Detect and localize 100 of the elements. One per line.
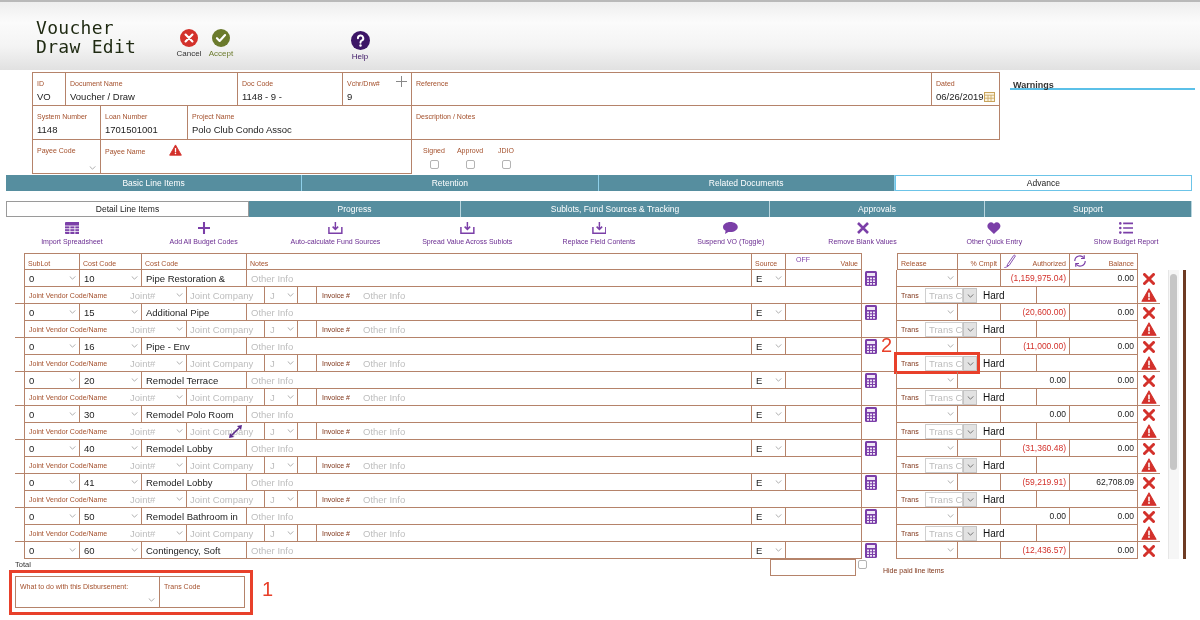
sublot-select[interactable]: 0 [24,542,80,559]
description-field[interactable]: Remodel Lobby [142,474,247,491]
cancel-button[interactable]: Cancel [175,29,203,59]
description-field[interactable]: Additional Pipe [142,304,247,321]
delete-icon[interactable] [1143,476,1155,489]
dropdown-button[interactable] [963,322,977,337]
total-field[interactable] [770,559,856,576]
release-select[interactable] [897,304,958,321]
sublot-select[interactable]: 0 [24,338,80,355]
cost-code-select[interactable]: 15 [80,304,142,321]
plus-icon[interactable] [396,76,407,87]
tab[interactable]: Approvals [770,201,985,217]
release-select[interactable] [897,406,958,423]
calendar-icon[interactable] [984,91,995,102]
delete-icon[interactable] [1143,374,1155,387]
description-field[interactable]: Pipe Restoration & [142,270,247,287]
cost-code-select[interactable]: 60 [80,542,142,559]
dropdown-button[interactable] [963,526,977,541]
calculator-icon[interactable] [865,339,877,354]
scrollbar[interactable] [1168,270,1179,559]
tab[interactable]: Retention [302,175,599,191]
accept-button[interactable]: Accept [206,29,236,59]
cost-type-field[interactable]: Hard [977,457,1037,473]
source-select[interactable]: E [752,372,786,389]
delete-icon[interactable] [1143,442,1155,455]
source-select[interactable]: E [752,440,786,457]
scrollbar-thumb[interactable] [1170,274,1177,470]
delete-icon[interactable] [1143,272,1155,285]
cost-code-select[interactable]: 40 [80,440,142,457]
delete-icon[interactable] [1143,340,1155,353]
dropdown-button[interactable] [963,390,977,405]
cost-type-field[interactable]: Hard [977,287,1037,303]
percent-field[interactable] [958,372,1001,389]
cost-type-field[interactable]: Hard [977,355,1037,371]
source-select[interactable]: E [752,542,786,559]
calculator-icon[interactable] [865,441,877,456]
calculator-icon[interactable] [865,373,877,388]
delete-icon[interactable] [1143,544,1155,557]
percent-field[interactable] [958,270,1001,287]
cost-code-select[interactable]: 10 [80,270,142,287]
cost-type-field[interactable]: Hard [977,525,1037,541]
checkbox[interactable] [429,160,439,169]
delete-icon[interactable] [1143,306,1155,319]
calculator-icon[interactable] [865,271,877,286]
description-field[interactable]: Contingency, Soft [142,542,247,559]
percent-field[interactable] [958,474,1001,491]
release-select[interactable] [897,440,958,457]
description-field[interactable]: Pipe - Env [142,338,247,355]
dropdown-button[interactable] [963,458,977,473]
dropdown-button[interactable] [963,288,977,303]
cost-code-select[interactable]: 20 [80,372,142,389]
checkbox[interactable] [858,560,867,569]
release-select[interactable] [897,270,958,287]
sublot-select[interactable]: 0 [24,440,80,457]
sublot-select[interactable]: 0 [24,304,80,321]
description-field[interactable]: Remodel Lobby [142,440,247,457]
dropdown-button[interactable] [963,356,977,371]
cost-type-field[interactable]: Hard [977,423,1037,439]
source-select[interactable]: E [752,406,786,423]
sublot-select[interactable]: 0 [24,406,80,423]
source-select[interactable]: E [752,508,786,525]
sublot-select[interactable]: 0 [24,474,80,491]
description-field[interactable]: Remodel Terrace [142,372,247,389]
calculator-icon[interactable] [865,305,877,320]
tab[interactable]: Advance [894,175,1192,191]
source-select[interactable]: E [752,474,786,491]
tab[interactable]: Progress [249,201,461,217]
value-field[interactable] [786,406,862,423]
percent-field[interactable] [958,440,1001,457]
tab[interactable]: Detail Line Items [6,201,249,217]
cost-type-field[interactable]: Hard [977,389,1037,405]
cost-code-select[interactable]: 50 [80,508,142,525]
tab[interactable]: Basic Line Items [6,175,303,191]
value-field[interactable] [786,372,862,389]
calculator-icon[interactable] [865,407,877,422]
description-field[interactable]: Remodel Polo Room [142,406,247,423]
sublot-select[interactable]: 0 [24,372,80,389]
calculator-icon[interactable] [865,509,877,524]
sublot-select[interactable]: 0 [24,508,80,525]
value-field[interactable] [786,474,862,491]
percent-field[interactable] [958,508,1001,525]
help-button[interactable]: Help [349,31,371,62]
tab[interactable]: Support [985,201,1192,217]
checkbox[interactable] [501,160,511,169]
dropdown-button[interactable] [963,424,977,439]
tab[interactable]: Related Documents [598,175,895,191]
value-field[interactable] [786,440,862,457]
value-field[interactable] [786,304,862,321]
value-field[interactable] [786,542,862,559]
dropdown-button[interactable] [963,492,977,507]
calculator-icon[interactable] [865,475,877,490]
percent-field[interactable] [958,406,1001,423]
source-select[interactable]: E [752,338,786,355]
value-field[interactable] [786,270,862,287]
source-select[interactable]: E [752,304,786,321]
cost-code-select[interactable]: 30 [80,406,142,423]
tab[interactable]: Sublots, Fund Sources & Tracking [461,201,770,217]
value-field[interactable] [786,338,862,355]
sublot-select[interactable]: 0 [24,270,80,287]
percent-field[interactable] [958,542,1001,559]
